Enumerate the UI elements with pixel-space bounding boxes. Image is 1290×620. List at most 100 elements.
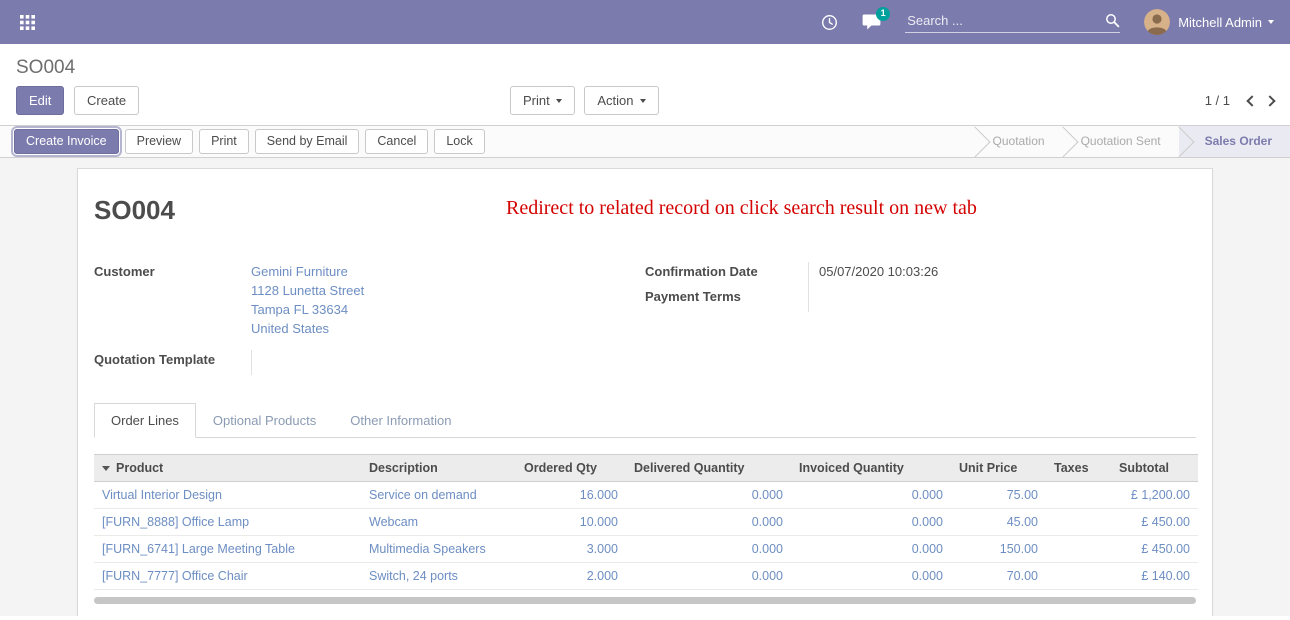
invoiced-qty-cell: 0.000	[791, 509, 951, 536]
print-button[interactable]: Print	[199, 129, 249, 154]
subtotal-cell: £ 450.00	[1111, 509, 1198, 536]
description-link[interactable]: Webcam	[369, 515, 418, 529]
notebook-tabs: Order Lines Optional Products Other Info…	[94, 403, 1196, 438]
col-header-delivered-qty[interactable]: Delivered Quantity	[626, 455, 791, 482]
payment-terms-label: Payment Terms	[645, 287, 808, 312]
delivered-qty-cell: 0.000	[626, 563, 791, 590]
create-button[interactable]: Create	[74, 86, 139, 115]
create-invoice-button[interactable]: Create Invoice	[14, 129, 119, 154]
statusbar: Create Invoice Preview Print Send by Ema…	[0, 125, 1290, 158]
preview-button[interactable]: Preview	[125, 129, 193, 154]
clock-icon	[821, 14, 838, 31]
payment-terms-value[interactable]	[808, 287, 1196, 312]
tab-order-lines[interactable]: Order Lines	[94, 403, 196, 438]
search-icon[interactable]	[1105, 13, 1120, 28]
cancel-button[interactable]: Cancel	[365, 129, 428, 154]
left-field-group: Customer Gemini Furniture 1128 Lunetta S…	[94, 262, 645, 375]
col-header-product[interactable]: Product	[94, 455, 361, 482]
action-menu-button[interactable]: Action	[584, 86, 658, 115]
action-menu-label: Action	[597, 93, 633, 108]
ordered-qty-cell: 10.000	[516, 509, 626, 536]
delivered-qty-cell: 0.000	[626, 536, 791, 563]
global-search	[905, 12, 1120, 33]
col-header-taxes[interactable]: Taxes	[1046, 455, 1111, 482]
order-line-row[interactable]: [FURN_8888] Office Lamp Webcam 10.000 0.…	[94, 509, 1198, 536]
tab-other-information[interactable]: Other Information	[333, 403, 468, 438]
taxes-cell	[1046, 536, 1111, 563]
ordered-qty-cell: 2.000	[516, 563, 626, 590]
ordered-qty-cell: 3.000	[516, 536, 626, 563]
customer-name-link[interactable]: Gemini Furniture	[251, 262, 645, 281]
pager-value[interactable]: 1 / 1	[1205, 93, 1230, 108]
breadcrumb-row: SO004	[0, 44, 1290, 81]
annotation-text: Redirect to related record on click sear…	[506, 197, 977, 220]
caret-down-icon	[640, 99, 646, 103]
product-link[interactable]: [FURN_8888] Office Lamp	[102, 515, 249, 529]
order-lines-table: Product Description Ordered Qty Delivere…	[94, 454, 1198, 590]
invoiced-qty-cell: 0.000	[791, 482, 951, 509]
table-scrollbar[interactable]	[94, 597, 1196, 604]
status-sales-order[interactable]: Sales Order	[1179, 126, 1290, 157]
user-name: Mitchell Admin	[1178, 15, 1262, 30]
customer-street: 1128 Lunetta Street	[251, 281, 645, 300]
print-menu-label: Print	[523, 93, 550, 108]
subtotal-cell: £ 450.00	[1111, 536, 1198, 563]
messages-button[interactable]: 1	[862, 14, 881, 30]
description-link[interactable]: Switch, 24 ports	[369, 569, 458, 583]
customer-label: Customer	[94, 262, 251, 338]
product-link[interactable]: Virtual Interior Design	[102, 488, 222, 502]
invoiced-qty-cell: 0.000	[791, 536, 951, 563]
table-header-row: Product Description Ordered Qty Delivere…	[94, 455, 1198, 482]
send-by-email-button[interactable]: Send by Email	[255, 129, 360, 154]
caret-down-icon	[102, 466, 110, 471]
col-header-ordered-qty[interactable]: Ordered Qty	[516, 455, 626, 482]
delivered-qty-cell: 0.000	[626, 482, 791, 509]
col-header-invoiced-qty[interactable]: Invoiced Quantity	[791, 455, 951, 482]
form-sheet: SO004 Redirect to related record on clic…	[77, 168, 1213, 616]
activities-button[interactable]	[821, 14, 838, 31]
order-line-row[interactable]: Virtual Interior Design Service on deman…	[94, 482, 1198, 509]
form-view-content: SO004 Redirect to related record on clic…	[0, 158, 1290, 616]
confirmation-date-label: Confirmation Date	[645, 262, 808, 287]
unit-price-cell: 75.00	[951, 482, 1046, 509]
col-header-description[interactable]: Description	[361, 455, 516, 482]
user-menu[interactable]: Mitchell Admin	[1144, 9, 1274, 35]
col-header-unit-price[interactable]: Unit Price	[951, 455, 1046, 482]
confirmation-date-value: 05/07/2020 10:03:26	[808, 262, 1196, 287]
description-link[interactable]: Service on demand	[369, 488, 477, 502]
description-link[interactable]: Multimedia Speakers	[369, 542, 486, 556]
quotation-template-label: Quotation Template	[94, 350, 251, 375]
caret-down-icon	[556, 99, 562, 103]
print-menu-button[interactable]: Print	[510, 86, 575, 115]
order-line-row[interactable]: [FURN_7777] Office Chair Switch, 24 port…	[94, 563, 1198, 590]
subtotal-cell: £ 140.00	[1111, 563, 1198, 590]
pager-next-button[interactable]	[1264, 95, 1275, 106]
unit-price-cell: 150.00	[951, 536, 1046, 563]
form-buttons: Edit Create	[16, 86, 139, 115]
tab-optional-products[interactable]: Optional Products	[196, 403, 333, 438]
col-header-subtotal[interactable]: Subtotal	[1111, 455, 1198, 482]
pager: 1 / 1	[1205, 93, 1274, 108]
breadcrumb: SO004	[16, 57, 75, 78]
quotation-template-value[interactable]	[251, 350, 645, 375]
product-link[interactable]: [FURN_7777] Office Chair	[102, 569, 248, 583]
unit-price-cell: 70.00	[951, 563, 1046, 590]
pager-previous-button[interactable]	[1246, 95, 1257, 106]
apps-grid-icon	[20, 15, 35, 30]
lock-button[interactable]: Lock	[434, 129, 484, 154]
subtotal-cell: £ 1,200.00	[1111, 482, 1198, 509]
edit-button[interactable]: Edit	[16, 86, 64, 115]
right-field-group: Confirmation Date 05/07/2020 10:03:26 Pa…	[645, 262, 1196, 375]
customer-city: Tampa FL 33634	[251, 300, 645, 319]
apps-menu-button[interactable]	[16, 11, 39, 34]
status-pipeline: Quotation Quotation Sent Sales Order	[975, 126, 1290, 157]
search-input[interactable]	[905, 12, 1105, 29]
systray: 1 Mitchell Admin	[821, 9, 1274, 35]
customer-value: Gemini Furniture 1128 Lunetta Street Tam…	[251, 262, 645, 338]
taxes-cell	[1046, 563, 1111, 590]
status-quotation-sent[interactable]: Quotation Sent	[1063, 126, 1179, 157]
order-line-row[interactable]: [FURN_6741] Large Meeting Table Multimed…	[94, 536, 1198, 563]
top-navbar: 1 Mitchell Admin	[0, 0, 1290, 44]
invoiced-qty-cell: 0.000	[791, 563, 951, 590]
product-link[interactable]: [FURN_6741] Large Meeting Table	[102, 542, 295, 556]
